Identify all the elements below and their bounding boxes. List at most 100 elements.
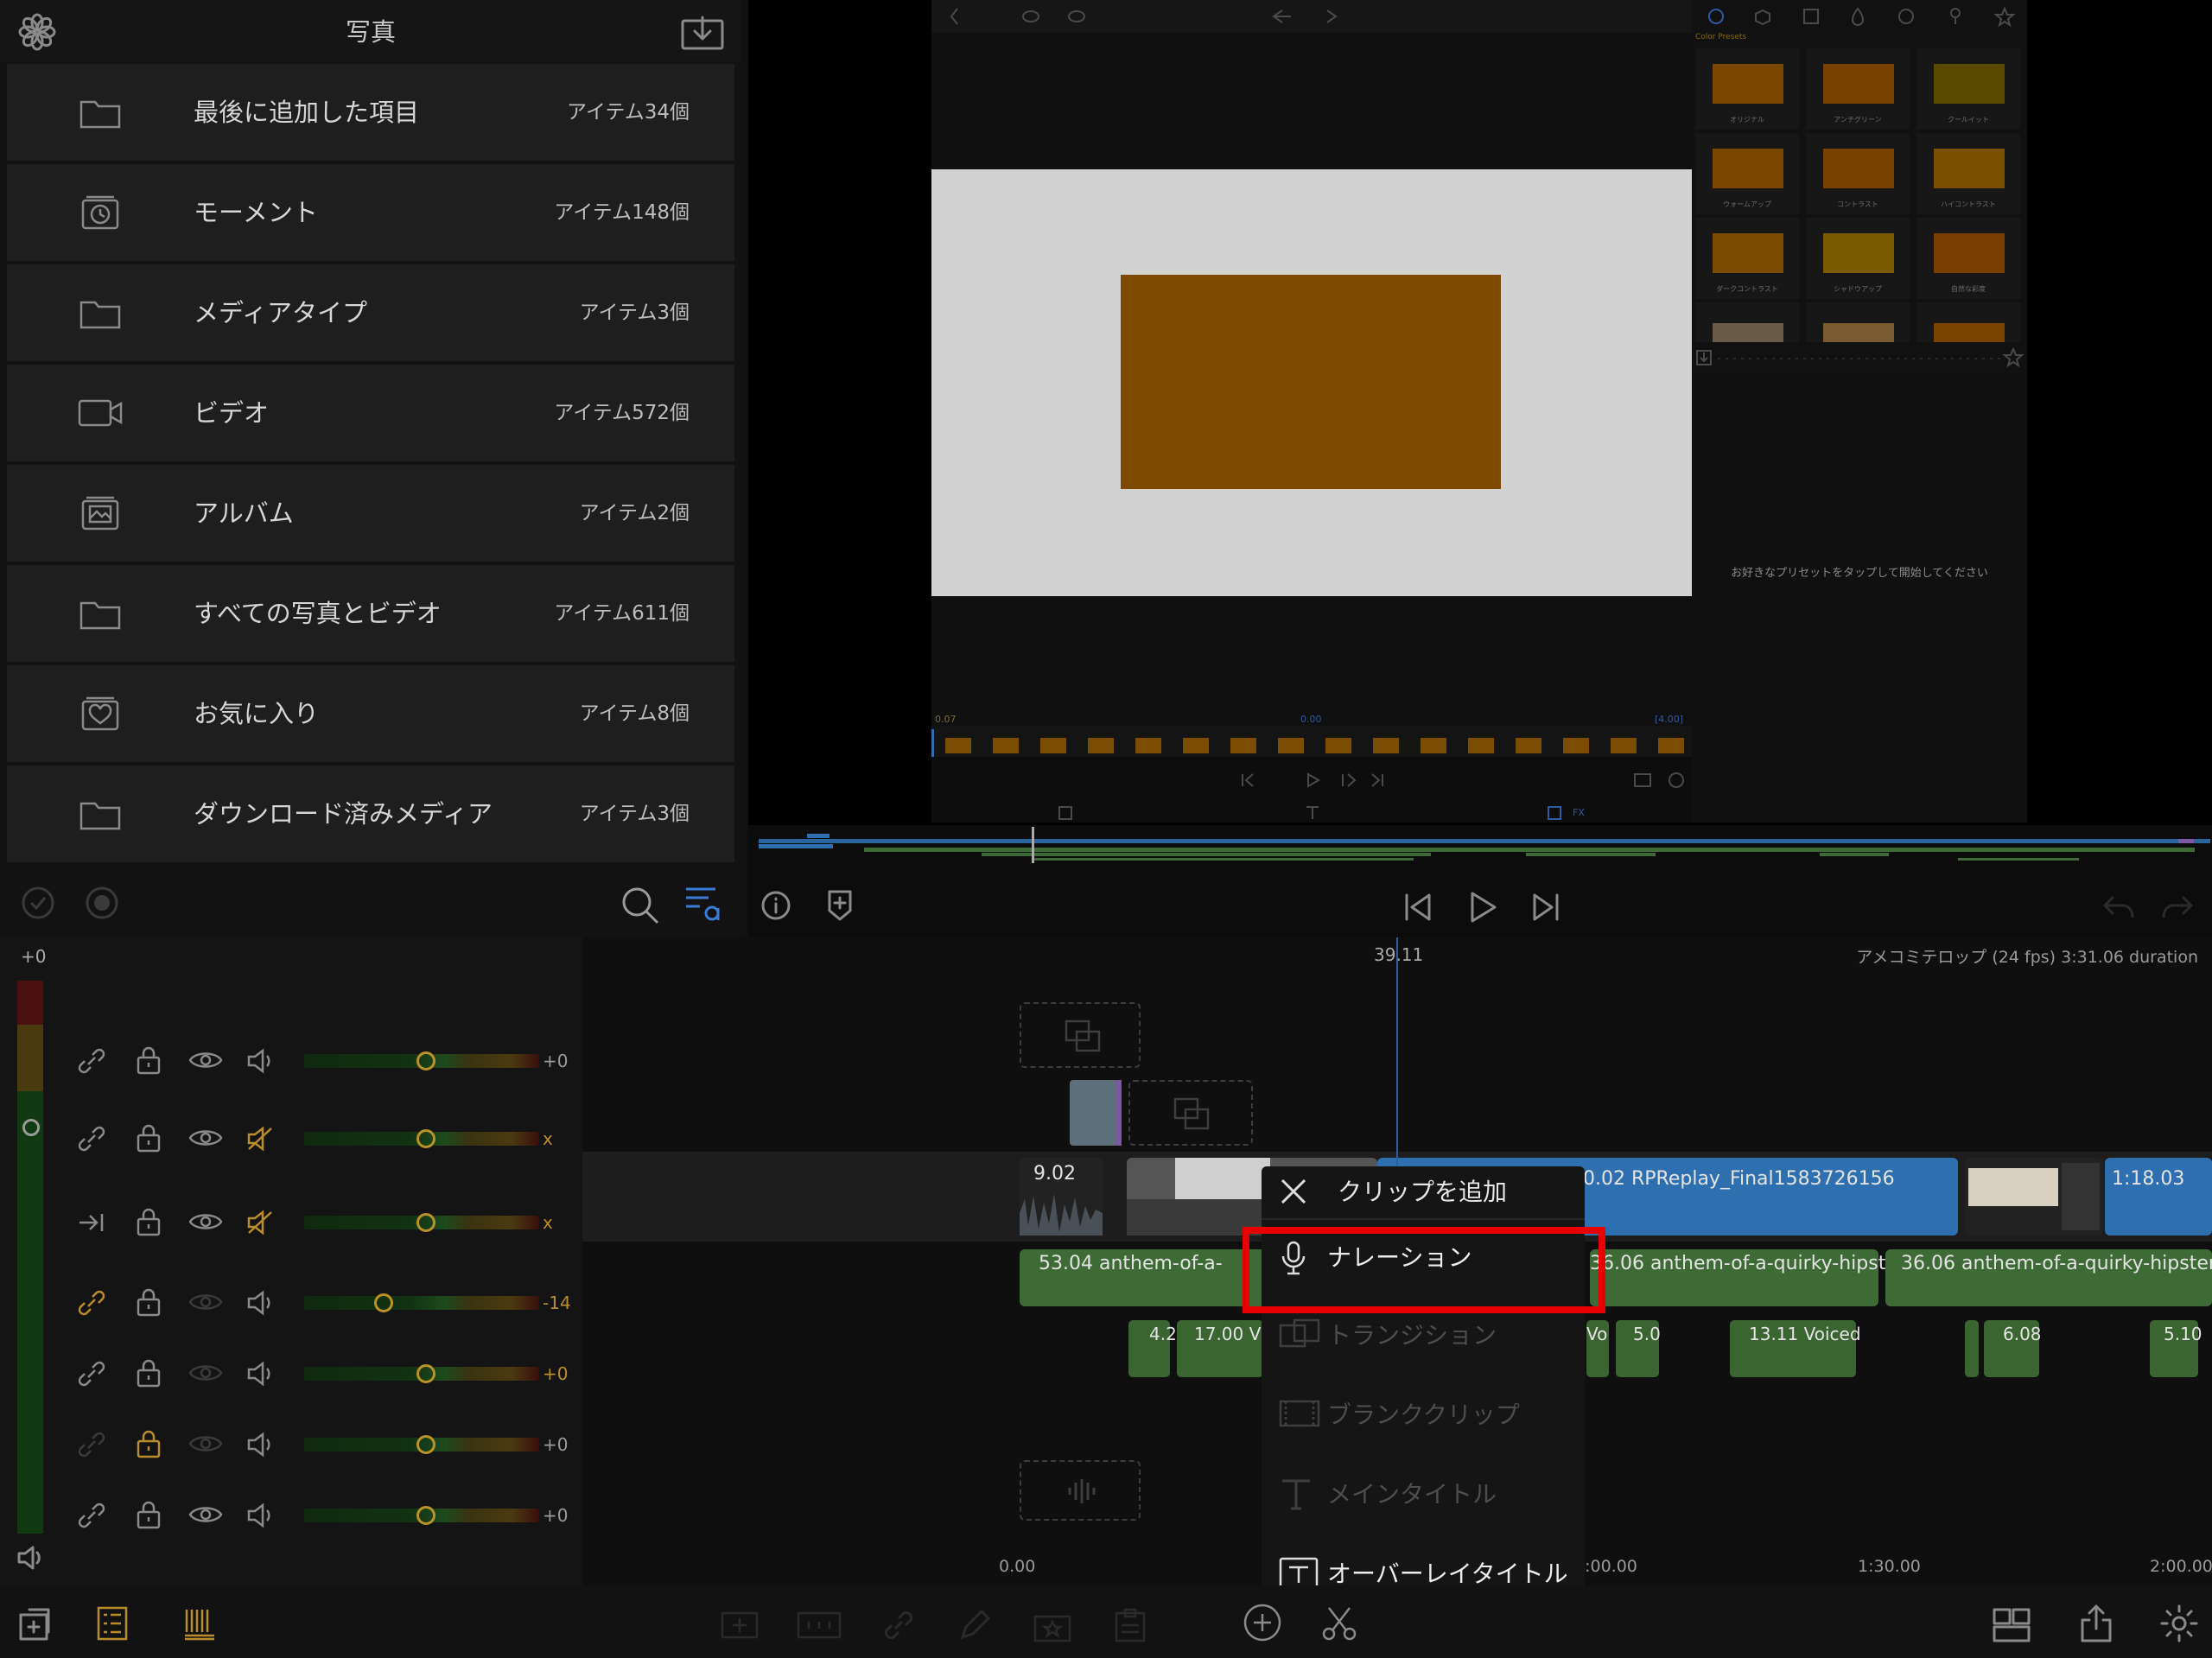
- track-lock-icon[interactable]: [135, 1045, 162, 1075]
- track-speaker-icon[interactable]: [245, 1431, 276, 1458]
- clipboard-icon[interactable]: [1113, 1608, 1147, 1642]
- track-muted-icon[interactable]: [245, 1125, 276, 1153]
- track-lock-icon[interactable]: [135, 1287, 162, 1317]
- empty-audio-slot[interactable]: [1020, 1460, 1141, 1521]
- empty-video-slot[interactable]: [1020, 1002, 1141, 1068]
- overlay-clip-thumbnail[interactable]: [1070, 1080, 1118, 1146]
- track-visibility-icon[interactable]: [188, 1209, 223, 1235]
- link-icon[interactable]: [881, 1608, 916, 1642]
- timeline-overview[interactable]: [748, 825, 2212, 864]
- track-visibility-icon[interactable]: [188, 1125, 223, 1151]
- track-visibility-icon[interactable]: [188, 1431, 223, 1457]
- speaker-icon[interactable]: [16, 1544, 47, 1572]
- voice-clip-6[interactable]: 6.08: [1984, 1320, 2042, 1377]
- track-lock-icon[interactable]: [135, 1123, 162, 1153]
- browser-row[interactable]: すべての写真とビデオ アイテム611個: [7, 565, 734, 662]
- track-visibility-icon[interactable]: [188, 1360, 223, 1386]
- undo-icon[interactable]: [2101, 893, 2136, 923]
- track-visibility-icon[interactable]: [188, 1047, 223, 1073]
- pencil-icon[interactable]: [957, 1608, 992, 1642]
- color-preset[interactable]: アンチグリーン: [1806, 48, 1910, 130]
- track-speaker-icon[interactable]: [245, 1289, 276, 1317]
- track-route-icon[interactable]: [76, 1209, 107, 1236]
- strip-playhead[interactable]: [931, 729, 934, 757]
- track-volume-knob[interactable]: [416, 1364, 435, 1383]
- track-visibility-icon[interactable]: [188, 1502, 223, 1528]
- track-list-icon[interactable]: [97, 1606, 128, 1641]
- track-speaker-icon[interactable]: [245, 1360, 276, 1388]
- track-lock-icon[interactable]: [135, 1358, 162, 1388]
- color-preset[interactable]: シャドウアップ: [1806, 218, 1910, 299]
- track-link-icon[interactable]: [76, 1502, 107, 1529]
- import-icon[interactable]: [681, 16, 724, 50]
- color-preset[interactable]: 自然な彩度: [1916, 218, 2020, 299]
- color-preset[interactable]: ウォームアップ: [1695, 133, 1799, 214]
- music-clip-a[interactable]: 53.04 anthem-of-a-: [1020, 1249, 1279, 1306]
- color-preset-partial[interactable]: [1695, 302, 1799, 342]
- redo-icon[interactable]: [2160, 893, 2195, 923]
- track-link-icon[interactable]: [76, 1360, 107, 1388]
- track-volume-knob[interactable]: [416, 1435, 435, 1454]
- marker-icon[interactable]: [826, 888, 854, 923]
- effects-icon[interactable]: [1033, 1608, 1071, 1642]
- record-icon[interactable]: [85, 886, 119, 920]
- color-preset[interactable]: コントラスト: [1806, 133, 1910, 214]
- track-volume-knob[interactable]: [416, 1129, 435, 1148]
- fx-label[interactable]: FX: [1573, 807, 1585, 818]
- search-icon[interactable]: [620, 886, 660, 925]
- track-link-icon[interactable]: [76, 1047, 107, 1075]
- track-visibility-icon[interactable]: [188, 1289, 223, 1315]
- voice-clip-5[interactable]: 13.11 Voiced: [1730, 1320, 1861, 1377]
- color-preset[interactable]: ハイコントラスト: [1916, 133, 2020, 214]
- music-clip-b[interactable]: 36.06 anthem-of-a-quirky-hipster: [1590, 1249, 1905, 1306]
- track-lock-icon[interactable]: [135, 1207, 162, 1236]
- close-icon[interactable]: [1279, 1177, 1308, 1206]
- voice-clip-7[interactable]: 5.10: [2150, 1320, 2202, 1377]
- browser-row[interactable]: モーメント アイテム148個: [7, 164, 734, 261]
- track-volume-fader[interactable]: [304, 1296, 539, 1310]
- browser-row[interactable]: 最後に追加した項目 アイテム34個: [7, 64, 734, 161]
- track-link-icon[interactable]: [76, 1431, 107, 1458]
- music-clip-c[interactable]: 36.06 anthem-of-a-quirky-hipster: [1885, 1249, 2212, 1306]
- audio-clip-first[interactable]: 9.02: [1020, 1158, 1103, 1236]
- voice-clip-6a[interactable]: [1965, 1320, 1979, 1377]
- track-lock-icon[interactable]: [135, 1500, 162, 1529]
- color-preset-partial[interactable]: [1806, 302, 1910, 342]
- browser-row[interactable]: お気に入り アイテム8個: [7, 665, 734, 762]
- empty-overlay-slot[interactable]: [1128, 1080, 1253, 1146]
- connect-clip-icon[interactable]: [797, 1610, 842, 1641]
- track-link-icon[interactable]: [76, 1289, 107, 1317]
- track-grid-icon[interactable]: [181, 1606, 216, 1641]
- voice-clip-1[interactable]: 4.2: [1128, 1320, 1177, 1377]
- track-speaker-icon[interactable]: [245, 1502, 276, 1529]
- insert-clip-icon[interactable]: [721, 1610, 759, 1641]
- color-preset-partial[interactable]: [1916, 302, 2020, 342]
- color-preset[interactable]: ダークコントラスト: [1695, 218, 1799, 299]
- track-volume-knob[interactable]: [374, 1293, 393, 1312]
- track-volume-knob[interactable]: [416, 1213, 435, 1232]
- thumbnail-clip[interactable]: [1965, 1158, 2103, 1236]
- track-lock-icon[interactable]: [135, 1429, 162, 1458]
- info-icon[interactable]: [760, 890, 791, 921]
- scissors-icon[interactable]: [1320, 1604, 1358, 1642]
- add-track-icon[interactable]: [17, 1606, 50, 1641]
- voice-clip-3[interactable]: Vo: [1586, 1320, 1609, 1377]
- settings-gear-icon[interactable]: [2160, 1604, 2198, 1642]
- checkmark-icon[interactable]: [21, 886, 55, 920]
- layout-icon[interactable]: [1993, 1608, 2031, 1642]
- last-main-clip[interactable]: 1:18.03: [2105, 1158, 2212, 1236]
- browser-row[interactable]: ダウンロード済みメディア アイテム3個: [7, 765, 734, 862]
- play-icon[interactable]: [1465, 890, 1500, 924]
- skip-forward-icon[interactable]: [1528, 890, 1562, 924]
- browser-row[interactable]: ビデオ アイテム572個: [7, 365, 734, 461]
- add-circle-icon[interactable]: [1243, 1603, 1282, 1642]
- track-speaker-icon[interactable]: [245, 1047, 276, 1075]
- sort-filter-icon[interactable]: [684, 884, 722, 922]
- voice-clip-2[interactable]: 17.00 V: [1177, 1320, 1263, 1377]
- track-volume-knob[interactable]: [416, 1051, 435, 1070]
- browser-row[interactable]: アルバム アイテム2個: [7, 465, 734, 562]
- track-muted-icon[interactable]: [245, 1209, 276, 1236]
- browser-row[interactable]: メディアタイプ アイテム3個: [7, 264, 734, 361]
- menu-item-add-clip[interactable]: クリップを追加: [1262, 1166, 1585, 1218]
- color-preset[interactable]: クールイット: [1916, 48, 2020, 130]
